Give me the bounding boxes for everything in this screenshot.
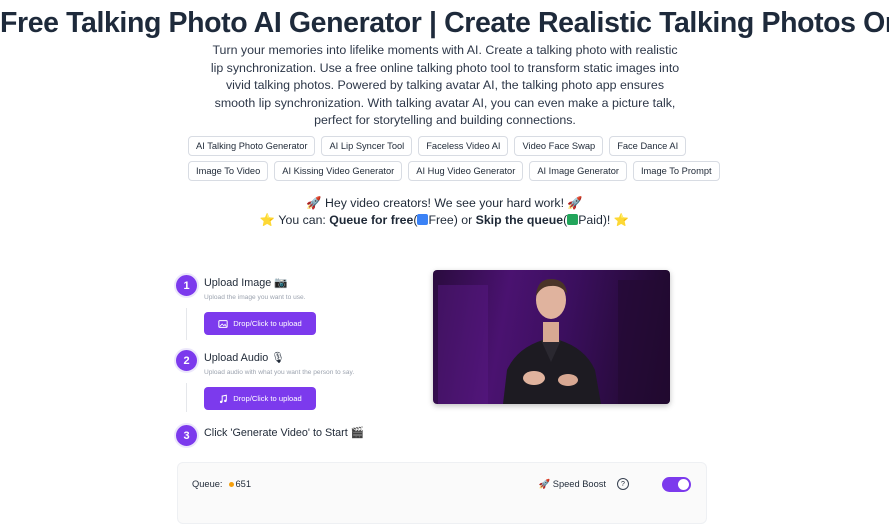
tag-ai-talking-photo-generator[interactable]: AI Talking Photo Generator bbox=[188, 136, 316, 156]
image-icon bbox=[218, 319, 228, 328]
promo-prefix: ⭐ You can: bbox=[259, 213, 330, 227]
tag-ai-lip-syncer-tool[interactable]: AI Lip Syncer Tool bbox=[321, 136, 413, 156]
step-2-badge: 2 bbox=[174, 348, 199, 373]
demo-video[interactable] bbox=[433, 270, 670, 404]
page-title: Free Talking Photo AI Generator | Create… bbox=[0, 7, 889, 39]
step-2-title: Upload Audio 🎙 bbox=[204, 352, 285, 364]
tag-image-to-prompt[interactable]: Image To Prompt bbox=[632, 161, 720, 181]
promo-line-1: 🚀 Hey video creators! We see your hard w… bbox=[306, 196, 583, 210]
step-2-subtitle: Upload audio with what you want the pers… bbox=[204, 369, 355, 376]
tag-row-1: AI Talking Photo Generator AI Lip Syncer… bbox=[188, 136, 708, 156]
promo-line-2: ⭐ You can: Queue for free(Free) or Skip … bbox=[0, 212, 889, 228]
tag-row-2: Image To Video AI Kissing Video Generato… bbox=[188, 161, 720, 181]
queue-status: Queue: 651 bbox=[192, 479, 251, 489]
step-1-subtitle: Upload the image you want to use. bbox=[204, 294, 306, 301]
step-3-title: Click 'Generate Video' to Start 🎬 bbox=[204, 427, 365, 439]
video-frame bbox=[438, 279, 670, 404]
or-text: or bbox=[457, 213, 476, 227]
step-connector-1 bbox=[186, 308, 187, 340]
upload-audio-button[interactable]: Drop/Click to upload bbox=[204, 387, 316, 410]
skip-queue-link[interactable]: Skip the queue bbox=[476, 213, 563, 227]
step-connector-2 bbox=[186, 383, 187, 412]
tag-video-face-swap[interactable]: Video Face Swap bbox=[514, 136, 604, 156]
help-icon[interactable]: ? bbox=[617, 478, 629, 490]
page-description: Turn your memories into lifelike moments… bbox=[210, 43, 680, 127]
generate-panel: Queue: 651 🚀 Speed Boost ? bbox=[177, 462, 707, 524]
queue-count: 651 bbox=[235, 479, 252, 489]
paid-label: Paid bbox=[578, 213, 603, 227]
step-1-badge: 1 bbox=[174, 273, 199, 298]
tag-ai-image-generator[interactable]: AI Image Generator bbox=[529, 161, 627, 181]
queue-label: Queue: bbox=[192, 479, 223, 489]
speed-boost-toggle[interactable] bbox=[662, 477, 691, 492]
step-3-badge: 3 bbox=[174, 423, 199, 448]
tag-image-to-video[interactable]: Image To Video bbox=[188, 161, 269, 181]
free-label: Free bbox=[428, 213, 454, 227]
money-icon bbox=[567, 214, 579, 225]
paren-close-2: )! ⭐ bbox=[602, 213, 630, 227]
tag-ai-hug-video-generator[interactable]: AI Hug Video Generator bbox=[408, 161, 524, 181]
queue-free-link[interactable]: Queue for free bbox=[329, 213, 413, 227]
queue-dot-icon bbox=[228, 481, 234, 487]
tag-face-dance-ai[interactable]: Face Dance AI bbox=[609, 136, 687, 156]
tag-faceless-video-ai[interactable]: Faceless Video AI bbox=[418, 136, 509, 156]
upload-image-label: Drop/Click to upload bbox=[233, 319, 302, 328]
step-1-title: Upload Image 📷 bbox=[204, 277, 288, 289]
free-badge-icon bbox=[417, 214, 429, 225]
tool-tags: AI Talking Photo Generator AI Lip Syncer… bbox=[188, 136, 720, 186]
music-note-icon bbox=[220, 394, 228, 403]
upload-image-button[interactable]: Drop/Click to upload bbox=[204, 312, 316, 335]
tag-ai-kissing-video-generator[interactable]: AI Kissing Video Generator bbox=[274, 161, 403, 181]
upload-audio-label: Drop/Click to upload bbox=[233, 394, 302, 403]
speed-boost-label: 🚀 Speed Boost bbox=[538, 479, 606, 489]
